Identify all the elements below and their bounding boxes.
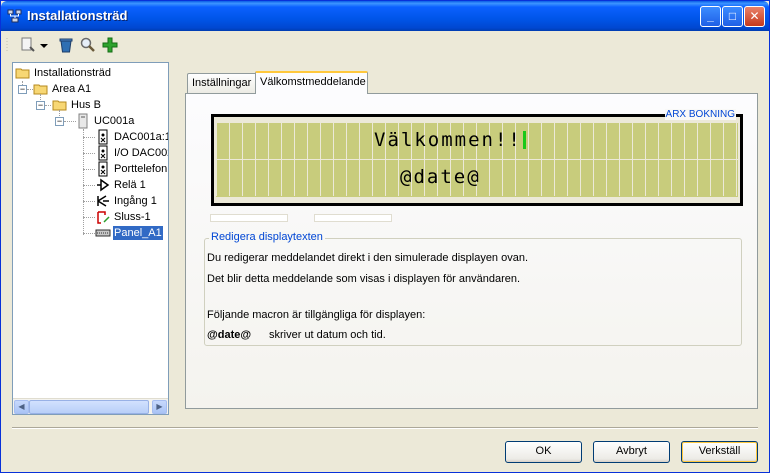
tree-child-label: I/O DAC002 — [114, 147, 168, 159]
scroll-right-icon[interactable]: ▶ — [152, 400, 167, 414]
edit-display-text-group: Redigera displaytexten Du redigerar medd… — [204, 231, 742, 346]
tree-child-label: Ingång 1 — [114, 195, 157, 207]
scroll-thumb[interactable] — [29, 400, 149, 414]
apply-button[interactable]: Verkställ — [681, 441, 758, 463]
tab-welcome-message[interactable]: Välkomstmeddelande — [255, 71, 368, 94]
macro-description: skriver ut datum och tid. — [269, 329, 386, 341]
relay-icon — [97, 178, 110, 192]
simulated-lcd-display[interactable]: Välkommen!! @date@ — [216, 123, 738, 197]
tree-child-label: Porttelefon — [114, 163, 168, 175]
main-window: Installationsträd _ □ ✕ Installationsträ… — [0, 0, 770, 473]
lcd-aux-field-2 — [314, 214, 392, 222]
toolbar-grip-icon — [6, 38, 8, 52]
controller-unit-icon — [78, 113, 88, 129]
new-item-icon[interactable] — [19, 36, 37, 54]
tab-settings[interactable]: Inställningar — [187, 73, 257, 93]
io-controller-icon — [98, 145, 108, 161]
folder-open-icon — [33, 84, 48, 95]
cancel-button[interactable]: Avbryt — [593, 441, 670, 463]
search-icon[interactable] — [79, 36, 97, 54]
tree-root-label: Installationsträd — [34, 67, 112, 79]
door-phone-icon — [98, 161, 108, 177]
maximize-icon: □ — [728, 9, 737, 23]
help-line-1: Du redigerar meddelandet direkt i den si… — [207, 252, 529, 264]
airlock-icon — [97, 211, 110, 224]
macro-name: @date@ — [207, 329, 252, 341]
expand-toggle-house[interactable]: − — [36, 101, 45, 110]
expand-toggle-area[interactable]: − — [18, 85, 27, 94]
lcd-aux-field-1 — [210, 214, 288, 222]
minimize-button[interactable]: _ — [700, 6, 721, 27]
folder-open-icon — [52, 100, 67, 111]
title-bar[interactable]: Installationsträd _ □ ✕ — [1, 1, 769, 31]
help-line-3: Följande macron är tillgängliga för disp… — [207, 309, 426, 321]
lcd-text-line-2[interactable]: @date@ — [400, 166, 481, 188]
tree-house-label: Hus B — [71, 99, 101, 111]
panel-icon — [95, 229, 111, 237]
input-icon — [97, 195, 109, 207]
installation-tree[interactable]: Installationsträd − Area A1 − Hus B − UC… — [12, 62, 169, 415]
tree-app-icon — [7, 9, 22, 23]
tree-unit-label: UC001a — [94, 115, 135, 127]
tree-child-label: Relä 1 — [114, 179, 146, 191]
tree-horizontal-scrollbar[interactable]: ◀ ▶ — [13, 398, 168, 414]
tree-child-label: Sluss-1 — [114, 211, 151, 223]
tree-area-label: Area A1 — [52, 83, 92, 95]
dropdown-arrow-icon[interactable] — [39, 36, 49, 54]
text-cursor — [522, 131, 526, 149]
toolbar — [5, 34, 765, 56]
tree-child-label: Panel_A1 — [113, 226, 163, 240]
scroll-left-icon[interactable]: ◀ — [14, 400, 29, 414]
lcd-display-frame: ARX BOKNING Välkommen!! @date@ — [211, 109, 743, 206]
group-title: Redigera displaytexten — [209, 231, 325, 243]
window-title: Installationsträd — [27, 8, 128, 23]
add-icon[interactable] — [101, 36, 119, 54]
button-separator — [12, 427, 758, 429]
maximize-button[interactable]: □ — [722, 6, 743, 27]
expand-toggle-unit[interactable]: − — [55, 117, 64, 126]
tree-child-label: DAC001a:1 — [114, 131, 168, 143]
door-controller-icon — [98, 129, 108, 145]
lcd-text-line-1[interactable]: Välkommen!! — [374, 129, 526, 151]
delete-icon[interactable] — [57, 36, 75, 54]
folder-open-icon — [15, 68, 30, 79]
minimize-icon: _ — [707, 9, 714, 23]
display-title: ARX BOKNING — [664, 109, 736, 120]
close-button[interactable]: ✕ — [744, 6, 765, 27]
close-icon: ✕ — [749, 9, 760, 23]
welcome-message-panel: ARX BOKNING Välkommen!! @date@ Redigera … — [185, 93, 758, 409]
help-line-2: Det blir detta meddelande som visas i di… — [207, 273, 521, 285]
ok-button[interactable]: OK — [505, 441, 582, 463]
